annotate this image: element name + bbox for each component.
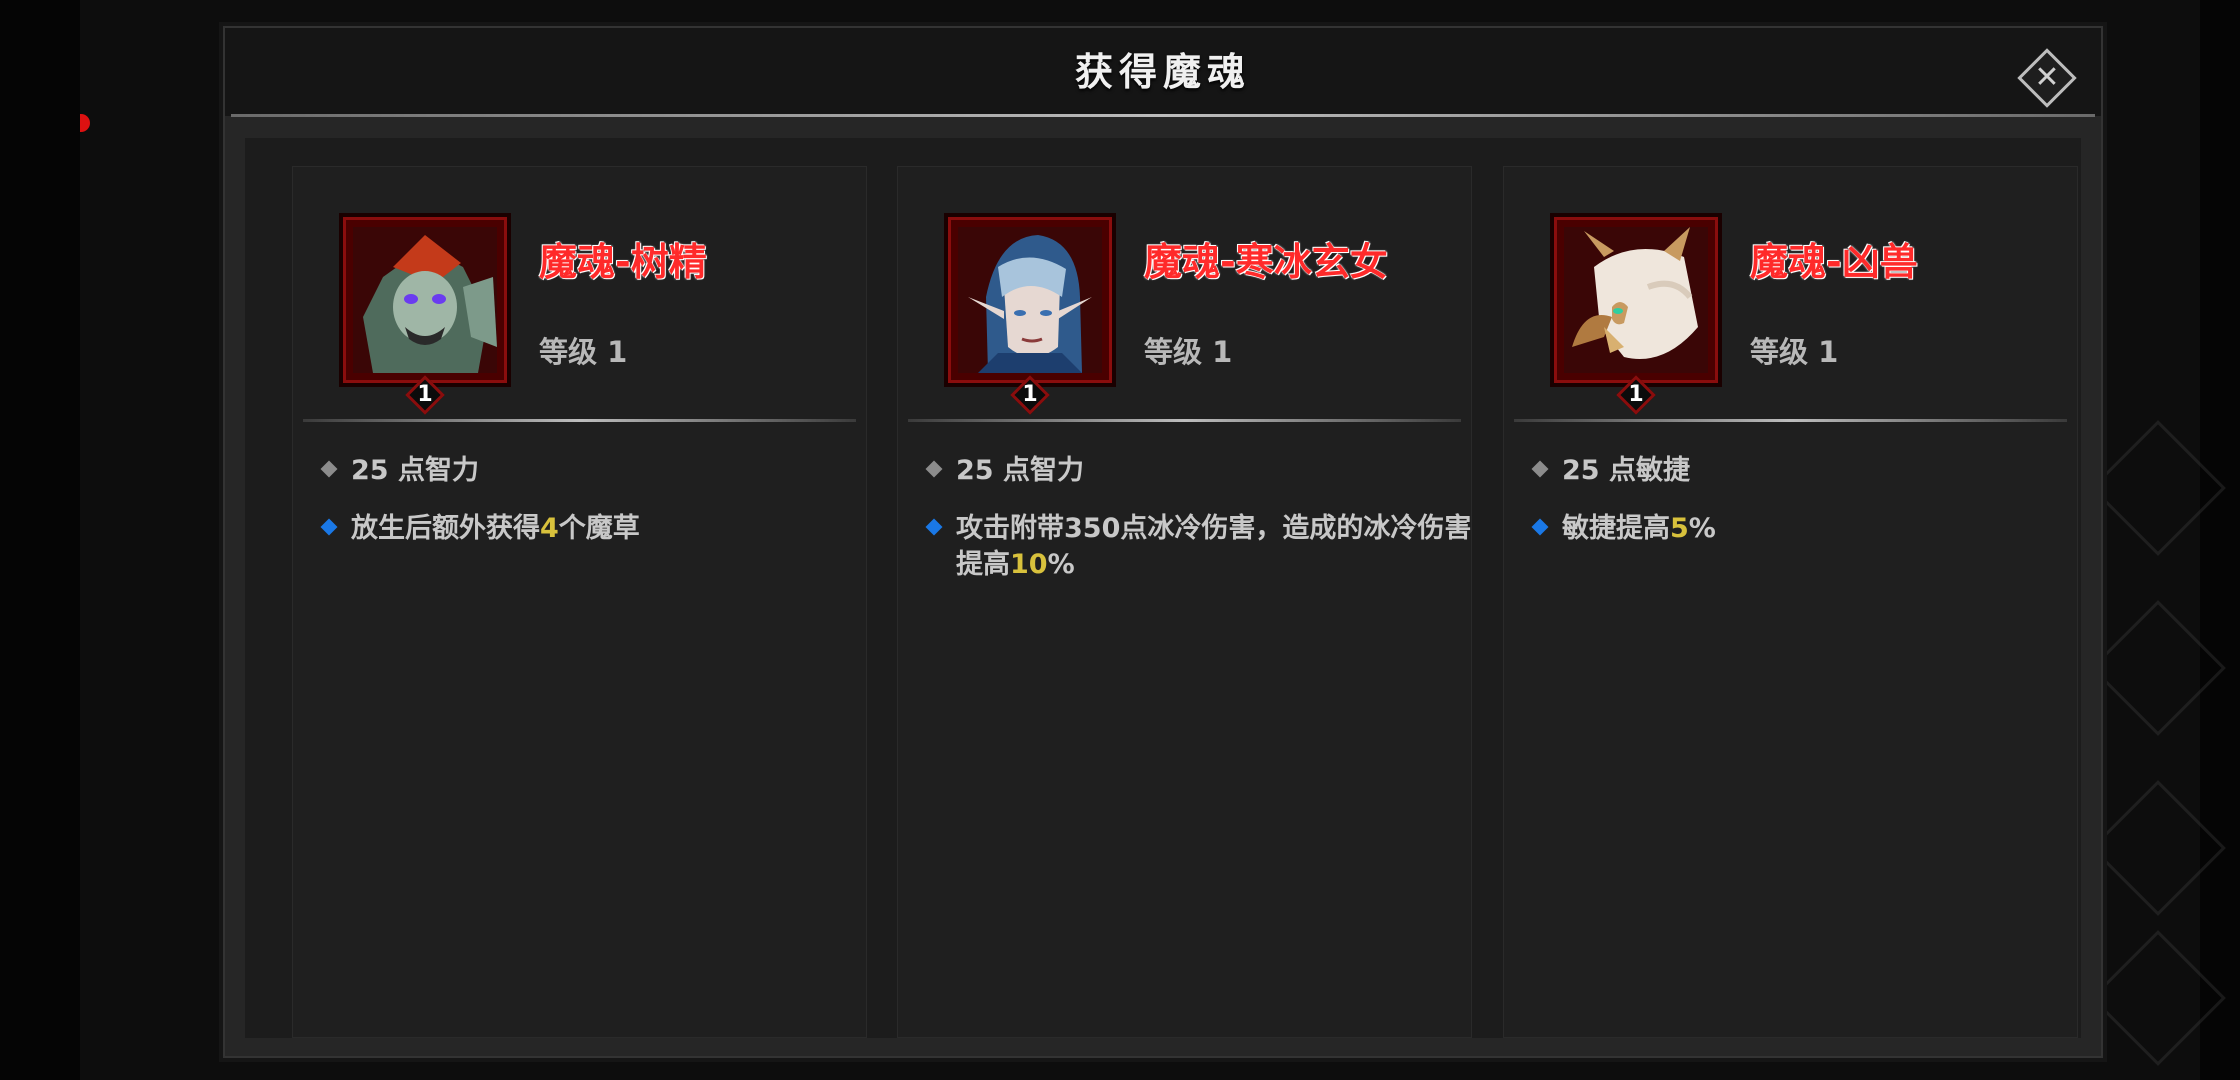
soul-level: 等级 1 <box>1750 335 1839 369</box>
soul-level: 等级 1 <box>1144 335 1233 369</box>
close-button[interactable]: ✕ <box>2014 45 2080 111</box>
level-badge-number: 1 <box>1628 382 1644 407</box>
background-menu-icon <box>2090 600 2226 736</box>
background-menu-icon <box>2090 420 2226 556</box>
blue-diamond-icon <box>925 518 943 536</box>
card-divider <box>1514 419 2067 422</box>
stat-primary: 25 点智力 <box>320 453 843 489</box>
treant-portrait-image <box>353 227 497 373</box>
level-badge: 1 <box>1010 375 1050 415</box>
stat-secondary-suffix: 个魔草 <box>558 513 640 544</box>
ice-maiden-portrait-image <box>958 227 1102 373</box>
stat-secondary-suffix: % <box>1688 513 1716 544</box>
obtain-soul-dialog: 获得魔魂 ✕ 1 魔魂-树精 等级 1 25 点智力 放生后额外获得4个魔草 1… <box>223 26 2103 1058</box>
stat-secondary-suffix: % <box>1047 549 1075 580</box>
title-divider <box>231 114 2095 117</box>
gray-diamond-icon <box>320 460 338 478</box>
stat-secondary-value: 10 <box>1010 549 1048 580</box>
level-badge: 1 <box>1616 375 1656 415</box>
stat-primary: 25 点智力 <box>925 453 1448 489</box>
stat-primary-text: 25 点智力 <box>956 455 1084 486</box>
level-badge-number: 1 <box>417 382 433 407</box>
title-bar: 获得魔魂 ✕ <box>225 28 2101 116</box>
stat-secondary: 敏捷提高5% <box>1531 511 2082 547</box>
dialog-title: 获得魔魂 <box>1074 50 1251 94</box>
soul-name: 魔魂-树精 <box>539 240 707 284</box>
beast-portrait-image <box>1564 227 1708 373</box>
stat-secondary-value: 5 <box>1670 513 1689 544</box>
soul-level: 等级 1 <box>539 335 628 369</box>
blue-diamond-icon <box>1531 518 1549 536</box>
background-menu-icon <box>2090 780 2226 916</box>
soul-card-ice-maiden: 1 魔魂-寒冰玄女 等级 1 25 点智力 攻击附带350点冰冷伤害，造成的冰冷… <box>897 166 1472 1038</box>
stat-secondary-prefix: 放生后额外获得 <box>351 513 540 544</box>
level-badge-number: 1 <box>1022 382 1038 407</box>
level-badge: 1 <box>405 375 445 415</box>
stat-primary-text: 25 点智力 <box>351 455 479 486</box>
gray-diamond-icon <box>925 460 943 478</box>
card-divider <box>303 419 856 422</box>
cards-container: 1 魔魂-树精 等级 1 25 点智力 放生后额外获得4个魔草 1 魔魂-寒冰玄… <box>245 138 2081 1038</box>
soul-card-treant: 1 魔魂-树精 等级 1 25 点智力 放生后额外获得4个魔草 <box>292 166 867 1038</box>
soul-name: 魔魂-凶兽 <box>1750 240 1918 284</box>
stat-secondary: 放生后额外获得4个魔草 <box>320 511 871 547</box>
soul-portrait <box>1550 213 1722 387</box>
soul-name: 魔魂-寒冰玄女 <box>1144 240 1388 284</box>
close-icon: ✕ <box>2034 60 2060 95</box>
blue-diamond-icon <box>320 518 338 536</box>
stat-primary: 25 点敏捷 <box>1531 453 2054 489</box>
stat-primary-text: 25 点敏捷 <box>1562 455 1690 486</box>
stat-secondary-value: 4 <box>540 513 559 544</box>
soul-portrait <box>339 213 511 387</box>
background-side-menu <box>2090 40 2226 1066</box>
card-divider <box>908 419 1461 422</box>
soul-card-beast: 1 魔魂-凶兽 等级 1 25 点敏捷 敏捷提高5% <box>1503 166 2078 1038</box>
stat-secondary: 攻击附带350点冰冷伤害，造成的冰冷伤害提高10% <box>925 511 1476 583</box>
gray-diamond-icon <box>1531 460 1549 478</box>
stat-secondary-prefix: 敏捷提高 <box>1562 513 1670 544</box>
soul-portrait <box>944 213 1116 387</box>
